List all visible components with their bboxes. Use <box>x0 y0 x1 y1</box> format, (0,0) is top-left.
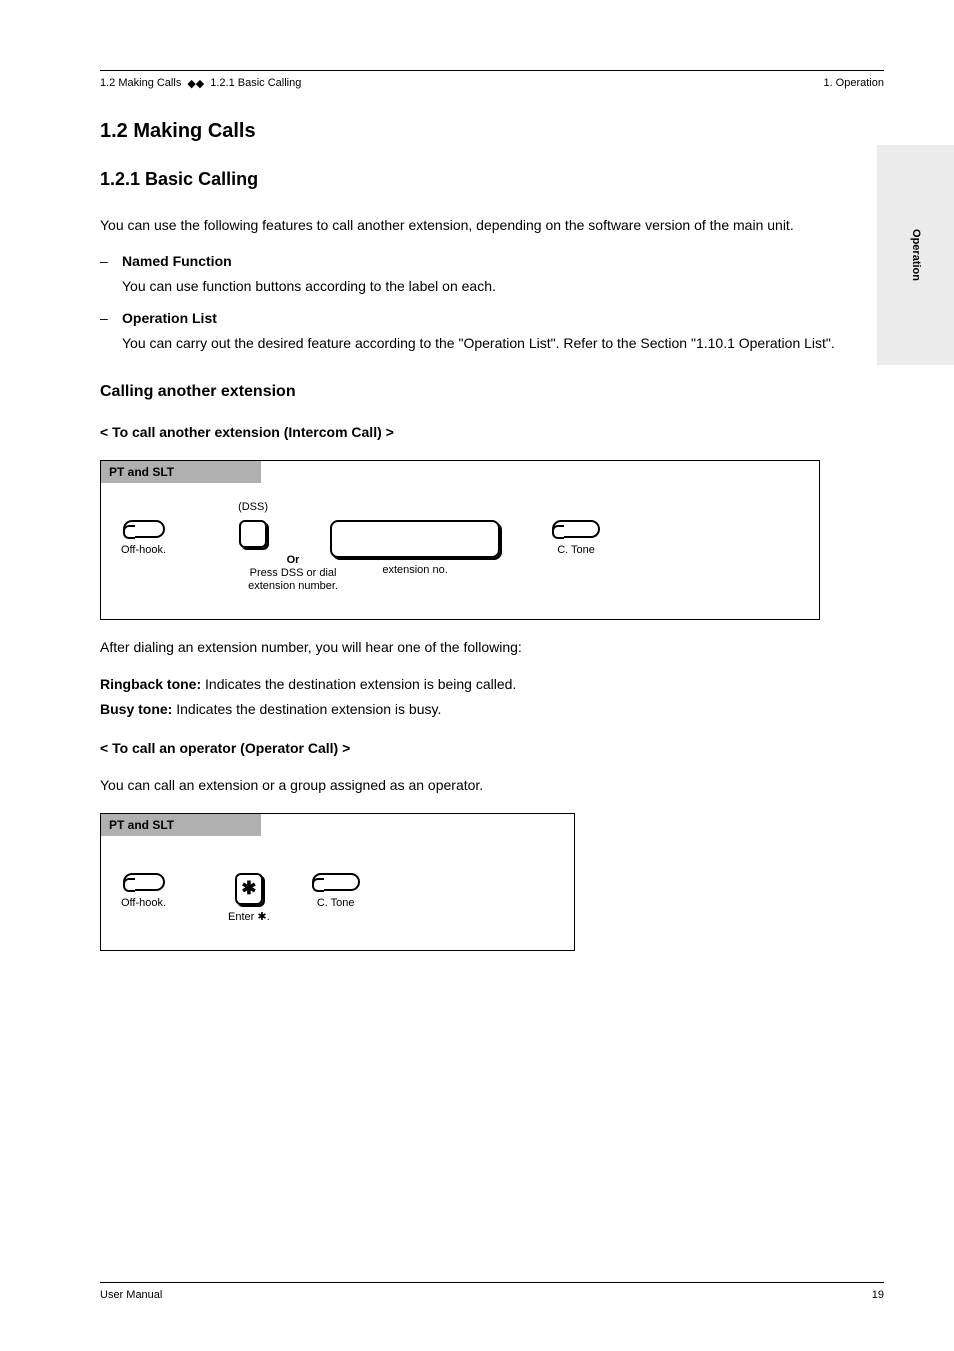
feature-name: Named Function <box>122 253 232 269</box>
breadcrumb-sep: ◆◆ <box>185 77 206 90</box>
handset-icon <box>312 873 360 891</box>
procedure-box: PT and SLT Off-hook. ✱ Enter ✱. C. Tone <box>100 813 575 951</box>
breadcrumb: 1.2 Making Calls ◆◆ 1.2.1 Basic Calling <box>100 77 301 90</box>
handset-icon <box>123 520 165 538</box>
step-offhook: Off-hook. <box>121 501 166 557</box>
footer-title: User Manual <box>100 1289 162 1301</box>
step-label: Off-hook. <box>121 897 166 910</box>
step-label: C. Tone <box>317 897 355 910</box>
step-star: ✱ Enter ✱. <box>228 854 270 924</box>
procedure-header: PT and SLT <box>101 461 261 483</box>
feature-item: – Named Function <box>100 253 884 269</box>
page-number: 19 <box>872 1289 884 1301</box>
entry-box-icon <box>330 520 500 558</box>
header-chapter: 1. Operation <box>823 77 884 89</box>
feature-item: – Operation List <box>100 310 884 326</box>
feature-desc: You can use function buttons according t… <box>122 277 884 296</box>
footer: User Manual 19 <box>100 1282 884 1301</box>
feature-desc: You can carry out the desired feature ac… <box>122 334 884 353</box>
step-label: (DSS) <box>238 501 268 514</box>
breadcrumb-item: 1.2 Making Calls <box>100 77 181 90</box>
section-heading-making-calls: 1.2 Making Calls <box>100 120 884 143</box>
tone-line: Ringback tone: Indicates the destination… <box>100 675 884 694</box>
step-label: Off-hook. <box>121 544 166 557</box>
star-key-icon: ✱ <box>235 873 263 905</box>
footer-rule <box>100 1282 884 1283</box>
step-offhook: Off-hook. <box>121 854 166 910</box>
section-heading-basic-calling: 1.2.1 Basic Calling <box>100 169 884 190</box>
header-row: 1.2 Making Calls ◆◆ 1.2.1 Basic Calling … <box>100 77 884 90</box>
note-text: After dialing an extension number, you w… <box>100 638 884 657</box>
procedure-box: PT and SLT Off-hook. (DSS) Or Press DSS … <box>100 460 820 621</box>
bullet-icon: – <box>100 253 122 269</box>
procedure-body: Off-hook. (DSS) Or Press DSS or dial ext… <box>101 483 819 620</box>
step-label: extension no. <box>382 564 447 577</box>
step-dss: (DSS) Or Press DSS or dial extension num… <box>188 501 318 594</box>
handset-icon <box>123 873 165 891</box>
step-ctone: C. Tone <box>552 501 600 557</box>
subheading-calling-extension: Calling another extension <box>100 383 884 401</box>
procedure-header: PT and SLT <box>101 814 261 836</box>
step-label: C. Tone <box>557 544 595 557</box>
breadcrumb-item: 1.2.1 Basic Calling <box>210 77 301 90</box>
step-label: Enter ✱. <box>228 911 270 924</box>
procedure-lead: < To call another extension (Intercom Ca… <box>100 423 884 442</box>
procedure-lead: < To call an operator (Operator Call) > <box>100 739 884 758</box>
tone-line: Busy tone: Indicates the destination ext… <box>100 700 884 719</box>
bullet-icon: – <box>100 310 122 326</box>
side-tab: Operation <box>877 145 954 365</box>
side-tab-label: Operation <box>910 229 922 281</box>
feature-name: Operation List <box>122 310 217 326</box>
step-ctone: C. Tone <box>312 854 360 910</box>
step-label: Or Press DSS or dial extension number. <box>228 554 358 594</box>
header-rule <box>100 70 884 71</box>
procedure-body: Off-hook. ✱ Enter ✱. C. Tone <box>101 836 574 950</box>
procedure-text: You can call an extension or a group ass… <box>100 776 884 795</box>
handset-icon <box>552 520 600 538</box>
flexible-button-icon <box>239 520 267 548</box>
intro-text: You can use the following features to ca… <box>100 216 884 235</box>
